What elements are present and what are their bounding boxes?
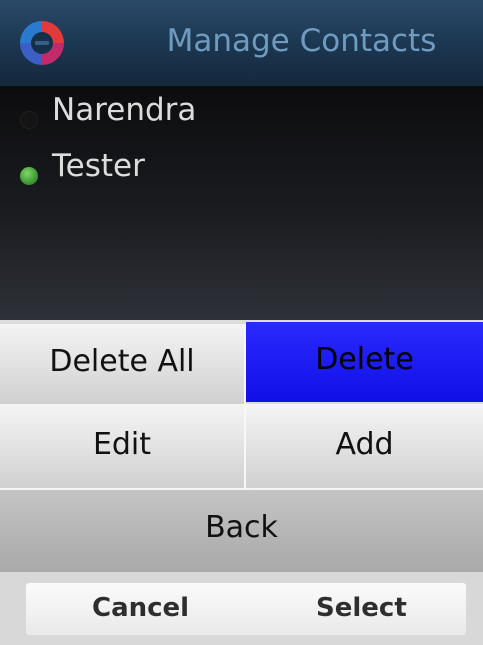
contact-name: Narendra <box>52 92 197 128</box>
contact-name: Tester <box>52 148 145 184</box>
title-bar: Manage Contacts <box>0 0 483 86</box>
add-button[interactable]: Add <box>246 406 483 488</box>
manage-contacts-screen: Manage Contacts Narendra Tester Delete A… <box>0 0 483 645</box>
contact-item-narendra[interactable]: Narendra <box>0 86 483 142</box>
status-online-icon <box>20 167 38 185</box>
contact-list: Narendra Tester <box>0 86 483 320</box>
contact-item-tester[interactable]: Tester <box>0 142 483 198</box>
back-button[interactable]: Back <box>0 490 483 572</box>
softkey-panel: Cancel Select <box>26 583 466 635</box>
cancel-softkey[interactable]: Cancel <box>92 583 189 635</box>
delete-button[interactable]: Delete <box>246 322 483 402</box>
edit-button[interactable]: Edit <box>0 406 246 488</box>
select-softkey[interactable]: Select <box>316 583 407 635</box>
page-title: Manage Contacts <box>166 23 437 59</box>
status-offline-icon <box>20 111 38 129</box>
delete-all-button[interactable]: Delete All <box>0 324 246 404</box>
app-logo-icon <box>20 21 64 65</box>
softkey-bar: Cancel Select <box>0 572 483 645</box>
